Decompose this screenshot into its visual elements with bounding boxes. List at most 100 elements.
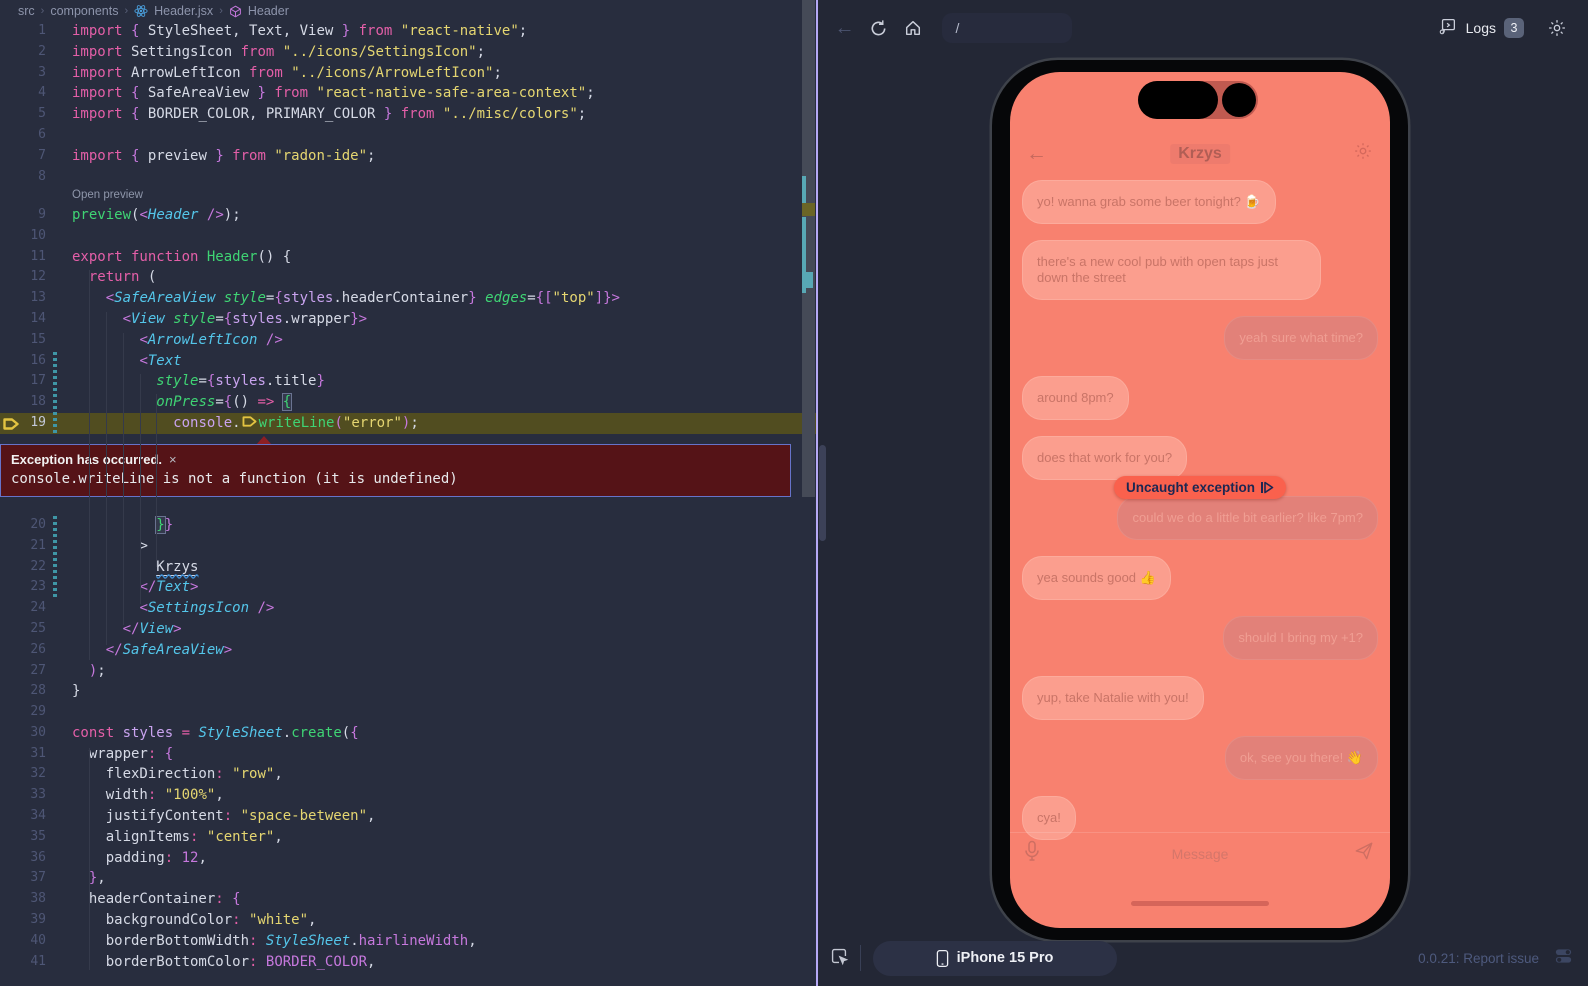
line-number[interactable]: 7 bbox=[0, 146, 46, 167]
line-number[interactable]: 15 bbox=[0, 330, 46, 351]
line-number[interactable]: 9 bbox=[0, 205, 46, 226]
line-number[interactable]: 20 bbox=[0, 515, 46, 536]
breadcrumb-item-src[interactable]: src bbox=[18, 4, 35, 18]
breadcrumb-item-symbol[interactable]: Header bbox=[248, 4, 289, 18]
code-line[interactable]: 39 backgroundColor: "white", bbox=[0, 910, 816, 931]
breadcrumb-item-components[interactable]: components bbox=[50, 4, 118, 18]
breadcrumb[interactable]: src › components › Header.jsx › Header bbox=[0, 0, 816, 22]
code-line[interactable]: 7import { preview } from "radon-ide"; bbox=[0, 146, 816, 167]
line-number[interactable]: 10 bbox=[0, 226, 46, 247]
line-number[interactable]: 35 bbox=[0, 827, 46, 848]
inspect-element-icon[interactable] bbox=[828, 945, 850, 972]
exception-close-icon[interactable]: × bbox=[169, 452, 177, 467]
line-number[interactable]: 24 bbox=[0, 598, 46, 619]
line-number[interactable]: 4 bbox=[0, 83, 46, 104]
code-editor[interactable]: src › components › Header.jsx › Header 1… bbox=[0, 0, 816, 986]
home-button[interactable] bbox=[896, 11, 930, 45]
logs-device-icon[interactable] bbox=[1438, 16, 1458, 41]
code-line[interactable]: 37 }, bbox=[0, 868, 816, 889]
line-number[interactable]: 36 bbox=[0, 848, 46, 869]
line-number[interactable]: 34 bbox=[0, 806, 46, 827]
code-line[interactable]: 13 <SafeAreaView style={styles.headerCon… bbox=[0, 288, 816, 309]
line-number[interactable]: 6 bbox=[0, 125, 46, 146]
reload-button[interactable] bbox=[862, 11, 896, 45]
code-line[interactable]: 38 headerContainer: { bbox=[0, 889, 816, 910]
line-number[interactable]: 8 bbox=[0, 167, 46, 188]
line-number[interactable]: 23 bbox=[0, 577, 46, 598]
report-issue-link[interactable]: 0.0.21: Report issue bbox=[1418, 951, 1539, 966]
code-line[interactable]: 11export function Header() { bbox=[0, 247, 816, 268]
code-line[interactable]: 4import { SafeAreaView } from "react-nat… bbox=[0, 83, 816, 104]
code-line[interactable]: 34 justifyContent: "space-between", bbox=[0, 806, 816, 827]
code-line[interactable]: 10 bbox=[0, 226, 816, 247]
code-line[interactable]: 6 bbox=[0, 125, 816, 146]
line-number[interactable]: 25 bbox=[0, 619, 46, 640]
line-number[interactable]: 27 bbox=[0, 661, 46, 682]
line-number[interactable]: 33 bbox=[0, 785, 46, 806]
line-number[interactable]: 28 bbox=[0, 681, 46, 702]
code-line[interactable]: 27 ); bbox=[0, 661, 816, 682]
code-line[interactable]: 29 bbox=[0, 702, 816, 723]
line-number[interactable]: 38 bbox=[0, 889, 46, 910]
line-number[interactable]: 13 bbox=[0, 288, 46, 309]
code-line[interactable]: 31 wrapper: { bbox=[0, 744, 816, 765]
code-line[interactable]: 28} bbox=[0, 681, 816, 702]
nav-back-button[interactable]: ← bbox=[828, 11, 862, 45]
code-line[interactable]: 33 width: "100%", bbox=[0, 785, 816, 806]
code-line[interactable]: 32 flexDirection: "row", bbox=[0, 764, 816, 785]
logs-button[interactable]: Logs bbox=[1466, 20, 1496, 36]
line-number[interactable]: 22 bbox=[0, 557, 46, 578]
device-select-button[interactable]: iPhone 15 Pro bbox=[873, 941, 1117, 976]
codelens-open-preview[interactable]: Open preview bbox=[0, 187, 816, 205]
uncaught-exception-button[interactable]: Uncaught exception bbox=[1114, 476, 1286, 499]
code-line[interactable]: 30const styles = StyleSheet.create({ bbox=[0, 723, 816, 744]
line-number[interactable]: 26 bbox=[0, 640, 46, 661]
line-number[interactable]: 3 bbox=[0, 63, 46, 84]
code-line[interactable]: 3import ArrowLeftIcon from "../icons/Arr… bbox=[0, 63, 816, 84]
line-number[interactable]: 12 bbox=[0, 267, 46, 288]
line-number[interactable]: 32 bbox=[0, 764, 46, 785]
mic-icon[interactable] bbox=[1024, 840, 1040, 867]
line-number[interactable]: 40 bbox=[0, 931, 46, 952]
code-line[interactable]: 14 <View style={styles.wrapper}> bbox=[0, 309, 816, 330]
line-number[interactable]: 2 bbox=[0, 42, 46, 63]
line-number[interactable]: 21 bbox=[0, 536, 46, 557]
line-number[interactable]: 11 bbox=[0, 247, 46, 268]
line-number[interactable]: 39 bbox=[0, 910, 46, 931]
line-number[interactable]: 18 bbox=[0, 392, 46, 413]
code-line[interactable]: 9preview(<Header />); bbox=[0, 205, 816, 226]
ruler-modified-mark bbox=[802, 176, 806, 203]
code-line[interactable]: 40 borderBottomWidth: StyleSheet.hairlin… bbox=[0, 931, 816, 952]
code-line[interactable]: 8 bbox=[0, 167, 816, 188]
code-line[interactable]: 5import { BORDER_COLOR, PRIMARY_COLOR } … bbox=[0, 104, 816, 125]
breadcrumb-item-file[interactable]: Header.jsx bbox=[154, 4, 213, 18]
panel-scrollbar[interactable] bbox=[819, 445, 826, 541]
line-number[interactable]: 37 bbox=[0, 868, 46, 889]
line-number[interactable]: 1 bbox=[0, 21, 46, 42]
chat-settings-icon[interactable] bbox=[1352, 140, 1374, 167]
code-line[interactable]: 1import { StyleSheet, Text, View } from … bbox=[0, 21, 816, 42]
line-number[interactable]: 29 bbox=[0, 702, 46, 723]
code-line[interactable]: 36 padding: 12, bbox=[0, 848, 816, 869]
line-number[interactable]: 31 bbox=[0, 744, 46, 765]
line-number[interactable]: 17 bbox=[0, 371, 46, 392]
send-icon[interactable] bbox=[1354, 841, 1374, 866]
code-line[interactable]: 12 return ( bbox=[0, 267, 816, 288]
line-number[interactable]: 16 bbox=[0, 351, 46, 372]
code-line[interactable]: 2import SettingsIcon from "../icons/Sett… bbox=[0, 42, 816, 63]
device-screen[interactable]: ← Krzys yo! wanna grab some beer tonight… bbox=[1010, 72, 1390, 928]
code-line[interactable]: 41 borderBottomColor: BORDER_COLOR, bbox=[0, 952, 816, 973]
devices-toggle-icon[interactable] bbox=[1553, 947, 1574, 970]
line-number[interactable]: 41 bbox=[0, 952, 46, 973]
line-number[interactable]: 14 bbox=[0, 309, 46, 330]
camera-icon bbox=[1222, 83, 1256, 117]
chat-back-icon[interactable]: ← bbox=[1026, 142, 1047, 166]
line-number[interactable]: 5 bbox=[0, 104, 46, 125]
chat-bubble-left: yo! wanna grab some beer tonight? 🍺 bbox=[1022, 180, 1276, 224]
settings-gear-icon[interactable] bbox=[1540, 11, 1574, 45]
code-line[interactable]: 26 </SafeAreaView> bbox=[0, 640, 816, 661]
message-input-bar[interactable]: Message bbox=[1010, 832, 1390, 874]
line-number[interactable]: 30 bbox=[0, 723, 46, 744]
code-line[interactable]: 35 alignItems: "center", bbox=[0, 827, 816, 848]
url-bar[interactable]: / bbox=[942, 13, 1072, 43]
